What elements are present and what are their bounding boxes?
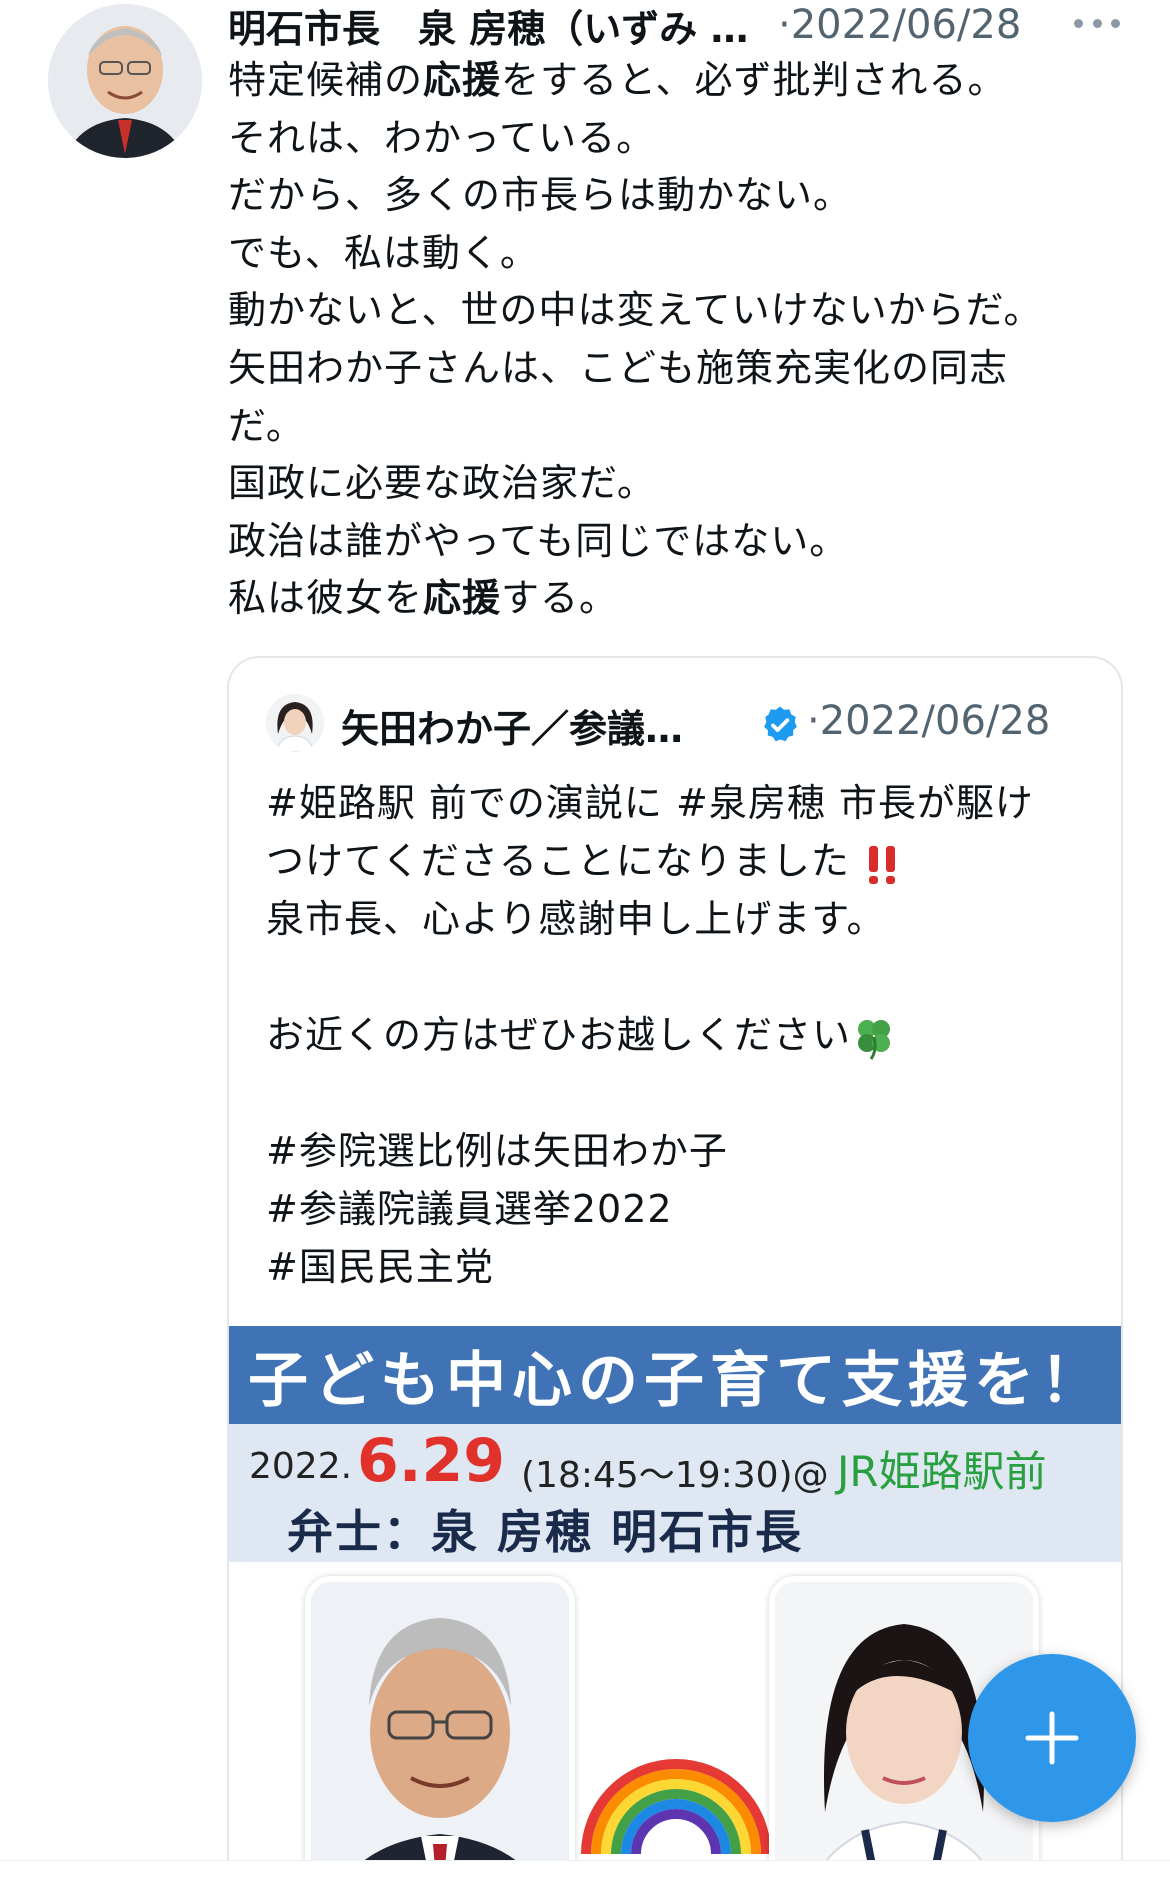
flyer-banner-text: 子ども中心の子育て支援を！	[248, 1345, 1106, 1416]
more-options-icon[interactable]	[1070, 6, 1124, 40]
flyer-speaker: 弁士：泉 房穂 明石市長	[287, 1505, 804, 1559]
quoted-author-name: 矢田わか子／参議…	[341, 707, 684, 751]
quoted-line-text: お近くの方はぜひお越しください	[266, 1013, 852, 1057]
tweet-line: だ。	[228, 398, 1138, 456]
tweet-header: 明石市長 泉 房穂（いずみ ふさほ） ·2022/06/28	[228, 0, 1128, 53]
double-exclamation-icon	[868, 845, 895, 884]
flyer-place: JR姫路駅前	[837, 1447, 1047, 1496]
quoted-tweet-text: #姫路駅 前での演説に #泉房穂 市長が駆け つけてくださることになりました 泉…	[266, 774, 1106, 1296]
tweet-text-segment: だから、多くの市長らは動かない。	[228, 173, 853, 218]
tweet-text-segment: する。	[501, 576, 619, 621]
quoted-line-text: つけてくださることになりました	[266, 839, 850, 883]
quoted-line	[266, 948, 1106, 1006]
tweet-line: 動かないと、世の中は変えていけないからだ。	[228, 282, 1138, 340]
quoted-tweet-date: ·2022/06/28	[807, 698, 1050, 744]
tweet-text: 特定候補の応援をすると、必ず批判される。 それは、わかっている。 だから、多くの市長…	[228, 52, 1138, 628]
flyer-event-info: 2022. 6.29 (18:45〜19:30)@ JR姫路駅前 弁士：泉 房穂…	[229, 1424, 1121, 1562]
quoted-line	[266, 1064, 1106, 1122]
tweet-text-segment: 動かないと、世の中は変えていけないからだ。	[228, 288, 1043, 333]
rainbow-graphic	[581, 1759, 771, 1854]
quoted-line: つけてくださることになりました	[266, 832, 1106, 890]
tweet-line: 特定候補の応援をすると、必ず批判される。	[228, 52, 1138, 110]
tweet-text-segment: それは、わかっている。	[228, 115, 656, 160]
verified-badge-icon	[764, 706, 797, 742]
author-avatar[interactable]	[48, 4, 202, 158]
tweet-line: だから、多くの市長らは動かない。	[228, 167, 1138, 225]
tweet-line: 国政に必要な政治家だ。	[228, 455, 1138, 513]
plus-icon	[1025, 1711, 1079, 1765]
tweet-text-segment: をすると、必ず批判される。	[501, 58, 1007, 102]
tweet-text-segment: でも、私は動く。	[228, 230, 539, 275]
compose-button[interactable]	[968, 1654, 1136, 1822]
avatar-photo	[266, 694, 324, 752]
bold-text: 応援	[423, 58, 502, 102]
date-value: 2022/06/28	[790, 2, 1022, 48]
tweet-text-segment: だ。	[228, 403, 305, 448]
quoted-author-avatar	[266, 694, 324, 752]
four-leaf-clover-icon	[858, 1019, 891, 1060]
tweet-line: でも、私は動く。	[228, 225, 1138, 283]
tweet-line: 矢田わか子さんは、こども施策充実化の同志	[228, 340, 1138, 398]
tweet-text-segment: 矢田わか子さんは、こども施策充実化の同志	[228, 345, 1009, 390]
tweet-date[interactable]: ·2022/06/28	[778, 2, 1021, 48]
speaker-photo	[305, 1576, 575, 1877]
hashtag-link[interactable]: #参議院議員選挙2022	[266, 1180, 1106, 1238]
quoted-line: お近くの方はぜひお越しください	[266, 1006, 1106, 1064]
hashtag-link[interactable]: #国民民主党	[266, 1238, 1106, 1296]
tweet-line: 政治は誰がやっても同じではない。	[228, 513, 1138, 571]
bold-text: 応援	[423, 576, 502, 621]
flyer-banner: 子ども中心の子育て支援を！	[229, 1326, 1121, 1424]
bottom-edge	[0, 1860, 1170, 1877]
flyer-date: 6.29	[357, 1426, 506, 1496]
tweet-text-segment: 国政に必要な政治家だ。	[228, 461, 656, 506]
date-separator: ·	[807, 698, 820, 744]
flyer-time: (18:45〜19:30)@	[521, 1455, 829, 1496]
date-separator: ·	[778, 2, 791, 48]
hashtag-link[interactable]: #参院選比例は矢田わか子	[266, 1122, 1106, 1180]
tweet-text-segment: 特定候補の	[228, 58, 424, 102]
tweet-text-segment: 私は彼女を	[228, 576, 424, 621]
quoted-line: #姫路駅 前での演説に #泉房穂 市長が駆け	[266, 781, 1034, 825]
tweet-line: それは、わかっている。	[228, 110, 1138, 168]
tweet-line: 私は彼女を応援する。	[228, 570, 1138, 628]
avatar-photo	[48, 4, 202, 158]
date-value: 2022/06/28	[819, 698, 1051, 744]
quoted-line: 泉市長、心より感謝申し上げます。	[266, 897, 886, 941]
tweet-text-segment: 政治は誰がやっても同じではない。	[228, 518, 849, 563]
author-name[interactable]: 明石市長 泉 房穂（いずみ ふさほ）	[228, 0, 764, 53]
photo-man	[311, 1582, 569, 1877]
flyer-year: 2022.	[249, 1446, 353, 1487]
